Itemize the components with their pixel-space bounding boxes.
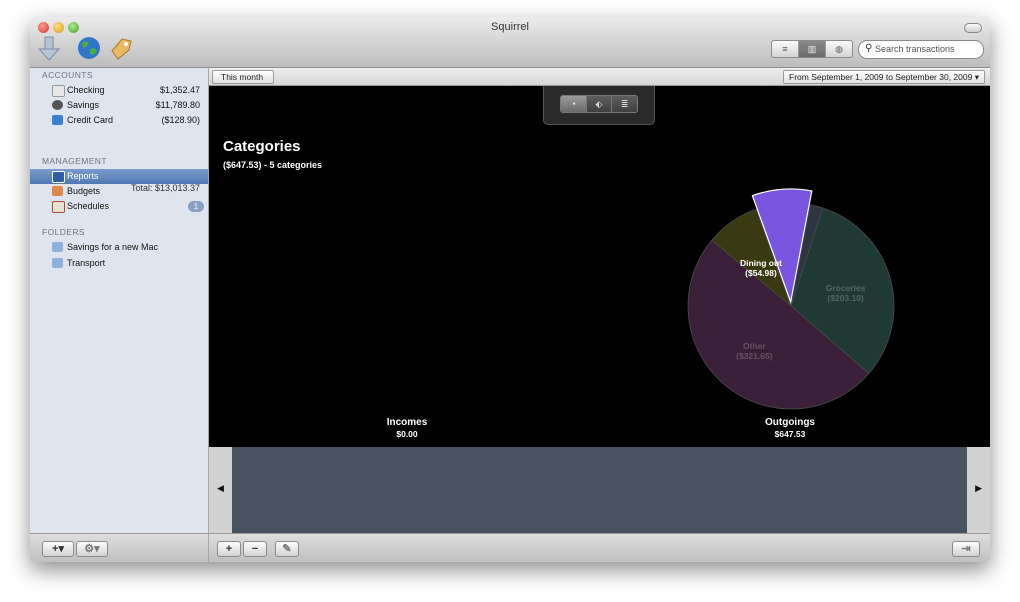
columns-icon[interactable]: ▥ [799,41,826,57]
schedules-badge: 1 [188,201,204,212]
scroll-left-icon[interactable]: ◀ [217,483,224,494]
sidebar-item-label: Budgets [67,186,101,196]
app-window: Squirrel ≡ ▥ ◍ ⚲ ACCOUNTS Checking [30,17,990,562]
view-mode-control[interactable]: ≡ ▥ ◍ [771,40,853,58]
folder-icon [52,242,63,252]
sidebar-item-label: Savings for a new Mac [67,242,159,252]
sidebar-item-savings[interactable]: Savings $11,789.80 [30,98,208,113]
sidebar-item-label: Transport [67,258,106,268]
list-icon[interactable]: ≡ [772,41,799,57]
sidebar-item-savings-for-a-new-mac[interactable]: Savings for a new Mac [30,240,208,255]
tag-icon[interactable] [108,35,134,61]
schedules-icon [52,201,65,213]
globe-icon[interactable]: ◍ [826,41,852,57]
account-name: Savings [67,100,100,110]
detail-content [232,447,967,533]
sidebar-item-schedules[interactable]: Schedules 1 [30,199,208,214]
management-header: MANAGEMENT [42,156,107,166]
reports-icon [52,171,65,183]
account-name: Credit Card [67,115,114,125]
pie-label-dining-out: Dining out [740,258,782,268]
search-field[interactable]: ⚲ [858,40,984,59]
credit-card-icon [52,115,63,125]
globe-icon[interactable] [76,35,102,61]
date-range-select[interactable]: From September 1, 2009 to September 30, … [783,70,985,84]
account-balance: $1,352.47 [159,85,200,95]
sidebar-item-checking[interactable]: Checking $1,352.47 [30,83,208,98]
report-view: ◔ ⬖ ≣ Categories ($647.53) - 5 categorie… [209,86,990,447]
pie-label-groceries: Groceries [826,283,866,293]
add-account-button[interactable]: +▾ [42,541,74,557]
remove-button[interactable]: − [243,541,267,557]
safe-icon [52,100,63,110]
account-name: Checking [67,85,105,95]
title-bar: Squirrel ≡ ▥ ◍ ⚲ [30,17,990,68]
outgoings-value: $647.53 [774,429,806,439]
scroll-right-icon[interactable]: ▶ [975,483,982,494]
sidebar-item-budgets[interactable]: Budgets [30,184,208,199]
accounts-header: ACCOUNTS [42,70,93,80]
gear-icon[interactable]: ⚙▾ [76,541,108,557]
folder-icon [52,258,63,268]
search-icon: ⚲ [865,43,873,54]
incomes-value: $0.00 [396,429,418,439]
account-balance: $11,789.80 [155,100,200,110]
incomes-label: Incomes [386,417,428,428]
import-arrow-icon[interactable] [36,35,62,61]
account-balance: ($128.90) [161,115,200,125]
sidebar-footer: +▾ ⚙▾ [30,533,209,562]
path-bar: This month From September 1, 2009 to Sep… [209,68,990,86]
period-breadcrumb[interactable]: This month [212,70,275,84]
search-input[interactable] [875,42,975,56]
pie-label-other: Other [743,341,766,351]
sidebar-item-label: Schedules [67,201,110,211]
main-footer: + − ✎ ⇥ [209,533,990,562]
pie-value-dining-out: ($54.98) [745,268,777,278]
pie-value-other: ($321.65) [736,351,773,361]
sidebar-item-label: Reports [67,171,99,181]
toolbar-toggle-button[interactable] [964,23,982,33]
sidebar: ACCOUNTS Checking $1,352.47 Savings $11,… [30,68,209,533]
outgoings-label: Outgoings [765,417,815,428]
add-button[interactable]: + [217,541,241,557]
date-range-label: From September 1, 2009 to September 30, … [789,72,973,82]
budgets-icon [52,186,63,196]
sidebar-item-credit-card[interactable]: Credit Card ($128.90) [30,113,208,128]
edit-pencil-icon[interactable]: ✎ [275,541,299,557]
export-icon[interactable]: ⇥ [952,541,980,557]
window-title: Squirrel [491,21,529,33]
chevron-down-icon: ▾ [974,72,979,82]
pie-value-groceries: ($203.10) [827,293,864,303]
detail-panel: ◀ ▶ [209,447,990,533]
checkbook-icon [52,85,65,97]
sidebar-item-reports[interactable]: Reports [30,169,208,184]
sidebar-item-transport[interactable]: Transport [30,256,208,271]
category-pie-chart: Groceries($203.10) Other($321.65) Dining o… [687,188,895,410]
folders-header: FOLDERS [42,227,85,237]
